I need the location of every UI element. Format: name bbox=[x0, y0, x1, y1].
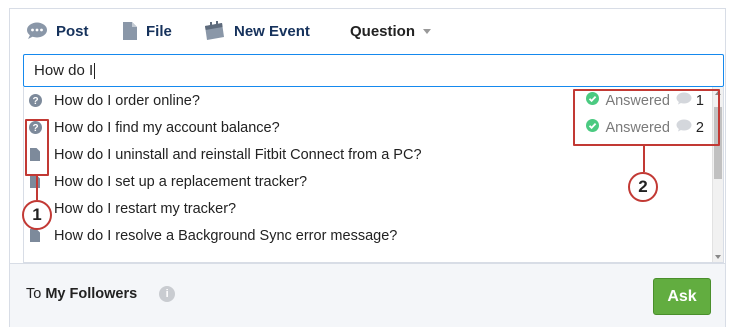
publisher-tabs: Post File New Event Question bbox=[10, 9, 725, 51]
publisher-footer: To My Followers i Ask bbox=[10, 263, 725, 327]
tab-file[interactable]: File bbox=[122, 19, 172, 43]
publisher-panel: Post File New Event Question How do I ? … bbox=[9, 8, 726, 327]
audience-selector[interactable]: To My Followers i bbox=[26, 286, 176, 302]
tab-post-label: Post bbox=[56, 22, 89, 40]
calendar-icon bbox=[202, 21, 226, 41]
suggestion-text: How do I find my account balance? bbox=[54, 119, 280, 136]
info-icon[interactable]: i bbox=[159, 286, 176, 302]
tab-new-event[interactable]: New Event bbox=[202, 19, 310, 43]
suggestion-text: How do I order online? bbox=[54, 92, 200, 109]
text-cursor bbox=[94, 63, 96, 80]
question-input[interactable]: How do I bbox=[23, 54, 724, 87]
tab-new-event-label: New Event bbox=[234, 22, 310, 40]
svg-text:?: ? bbox=[32, 96, 38, 107]
callout-box-2 bbox=[573, 89, 720, 146]
tab-question-label: Question bbox=[350, 22, 416, 40]
ask-button[interactable]: Ask bbox=[653, 278, 711, 315]
to-label: To bbox=[26, 286, 42, 302]
question-input-value: How do I bbox=[34, 62, 94, 79]
scroll-down-icon[interactable] bbox=[715, 255, 721, 259]
tab-question[interactable]: Question bbox=[350, 19, 432, 43]
file-icon bbox=[28, 229, 42, 243]
callout-badge-2: 2 bbox=[628, 172, 658, 202]
suggestion-item[interactable]: How do I restart my tracker? bbox=[24, 195, 714, 222]
file-icon bbox=[28, 175, 42, 189]
callout-box-1 bbox=[25, 119, 49, 176]
suggestion-text: How do I set up a replacement tracker? bbox=[54, 173, 308, 190]
suggestion-text: How do I resolve a Background Sync error… bbox=[54, 227, 398, 244]
tab-file-label: File bbox=[146, 22, 172, 40]
chevron-down-icon bbox=[423, 28, 432, 34]
callout-line-1 bbox=[36, 176, 38, 200]
callout-line-2 bbox=[643, 146, 645, 172]
suggestion-item[interactable]: How do I resolve a Background Sync error… bbox=[24, 222, 714, 249]
question-icon: ? bbox=[28, 94, 42, 108]
suggestion-text: How do I uninstall and reinstall Fitbit … bbox=[54, 146, 422, 163]
audience-label: My Followers bbox=[45, 286, 138, 302]
tab-post[interactable]: Post bbox=[26, 19, 89, 43]
file-icon bbox=[122, 21, 138, 41]
suggestion-text: How do I restart my tracker? bbox=[54, 200, 237, 217]
callout-badge-1: 1 bbox=[22, 200, 52, 230]
chat-bubble-icon bbox=[26, 22, 48, 40]
suggestion-item[interactable]: How do I set up a replacement tracker? bbox=[24, 168, 714, 195]
